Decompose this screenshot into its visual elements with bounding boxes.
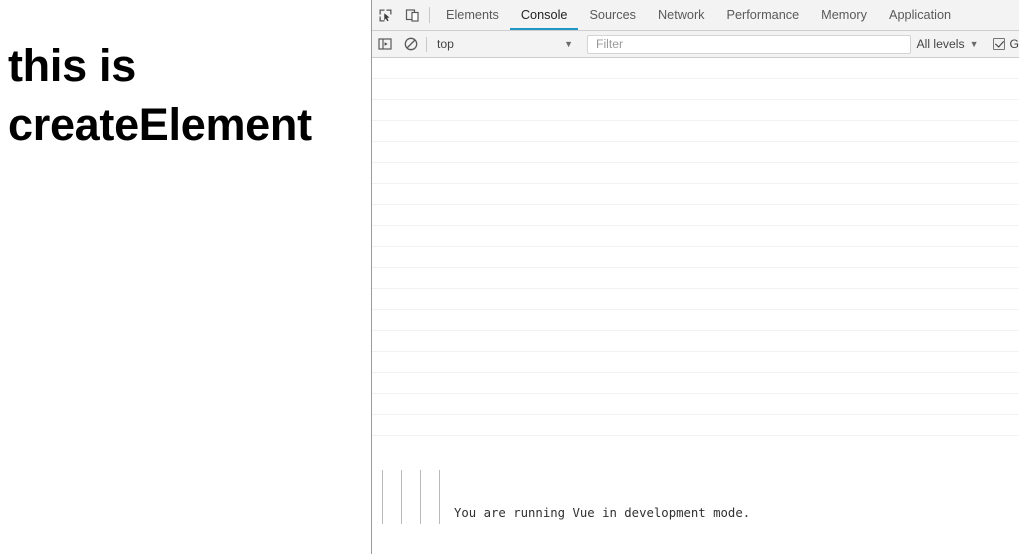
- screenshot-root: this is createElement Elements Console S…: [0, 0, 1019, 554]
- note-line: You are running Vue in development mode.: [454, 506, 751, 520]
- tab-console[interactable]: Console: [509, 0, 579, 30]
- clear-console-icon[interactable]: [398, 37, 424, 51]
- console-log-row: message: Vue的生命周期: [372, 205, 1019, 226]
- console-log-row: data : [object Object]: [372, 289, 1019, 310]
- console-log-row: el : [object HTMLHeadingElement]: [372, 352, 1019, 373]
- tab-sources[interactable]: Sources: [578, 0, 647, 30]
- page-title: this is createElement: [8, 40, 312, 151]
- console-group-header[interactable]: ------beforeMount挂载前状态------: [372, 226, 1019, 247]
- tab-network[interactable]: Network: [647, 0, 716, 30]
- filter-input[interactable]: Filter: [587, 34, 911, 54]
- tab-label: Performance: [726, 8, 800, 22]
- page-preview-pane: this is createElement: [0, 0, 371, 554]
- console-log-area[interactable]: ------beforeCreate创建前状态------ el : undef…: [372, 58, 1019, 554]
- tab-performance[interactable]: Performance: [716, 0, 811, 30]
- execution-context-select[interactable]: top ▼: [433, 37, 581, 51]
- tab-application[interactable]: Application: [878, 0, 962, 30]
- filter-placeholder: Filter: [596, 37, 624, 51]
- console-log-row: el : undefined: [372, 79, 1019, 100]
- console-log-row: el : [object HTMLDivElement]: [372, 247, 1019, 268]
- devtools-panel: Elements Console Sources Network Perform…: [371, 0, 1019, 554]
- device-toolbar-icon[interactable]: [399, 0, 426, 30]
- group-similar-toggle[interactable]: G: [992, 37, 1019, 51]
- console-log-row: data : [object Object]: [372, 184, 1019, 205]
- console-log-row: data : [object Object]: [372, 394, 1019, 415]
- console-dom-row[interactable]: <div id="app">…</div>: [372, 268, 1019, 289]
- tab-label: Application: [889, 8, 952, 22]
- log-level-select[interactable]: All levels ▼: [917, 37, 983, 51]
- filterbar-divider: [426, 36, 427, 52]
- chevron-down-icon: ▼: [564, 39, 573, 49]
- execution-context-value: top: [437, 37, 454, 51]
- console-log-row: message: Vue的生命周期: [372, 310, 1019, 331]
- tab-label: Elements: [446, 8, 499, 22]
- log-level-value: All levels: [916, 37, 965, 51]
- tab-label: Console: [520, 8, 568, 22]
- console-log-row: el : undefined: [372, 163, 1019, 184]
- tab-memory[interactable]: Memory: [810, 0, 878, 30]
- console-filter-toolbar: top ▼ Filter All levels ▼ G: [372, 31, 1019, 58]
- devtools-tabbar: Elements Console Sources Network Perform…: [372, 0, 1019, 31]
- console-log-row: message: Vue的生命周期: [372, 415, 1019, 436]
- tab-label: Sources: [589, 8, 636, 22]
- toolbar-divider: [429, 7, 430, 23]
- group-similar-label: G: [1009, 37, 1019, 51]
- inspect-element-icon[interactable]: [372, 0, 399, 30]
- tab-elements[interactable]: Elements: [435, 0, 510, 30]
- console-group-header[interactable]: ------beforeCreate创建前状态------: [372, 58, 1019, 79]
- chevron-down-icon: ▼: [969, 39, 979, 49]
- tab-label: Memory: [821, 8, 867, 22]
- console-group-header[interactable]: ------mounted 挂载结束状态------: [372, 331, 1019, 352]
- console-group-header[interactable]: ------created创建完毕状态------: [372, 142, 1019, 163]
- console-log-row: message: undefined: [372, 121, 1019, 142]
- group-similar-checkbox[interactable]: [992, 38, 1005, 50]
- console-sidebar-icon[interactable]: [372, 37, 398, 51]
- console-log-row: data : undefined: [372, 100, 1019, 121]
- console-note-row: You are running Vue in development mode.…: [372, 436, 1019, 554]
- console-dom-row[interactable]: <h1>this is createElement</h1>: [372, 373, 1019, 394]
- tab-label: Network: [658, 8, 705, 22]
